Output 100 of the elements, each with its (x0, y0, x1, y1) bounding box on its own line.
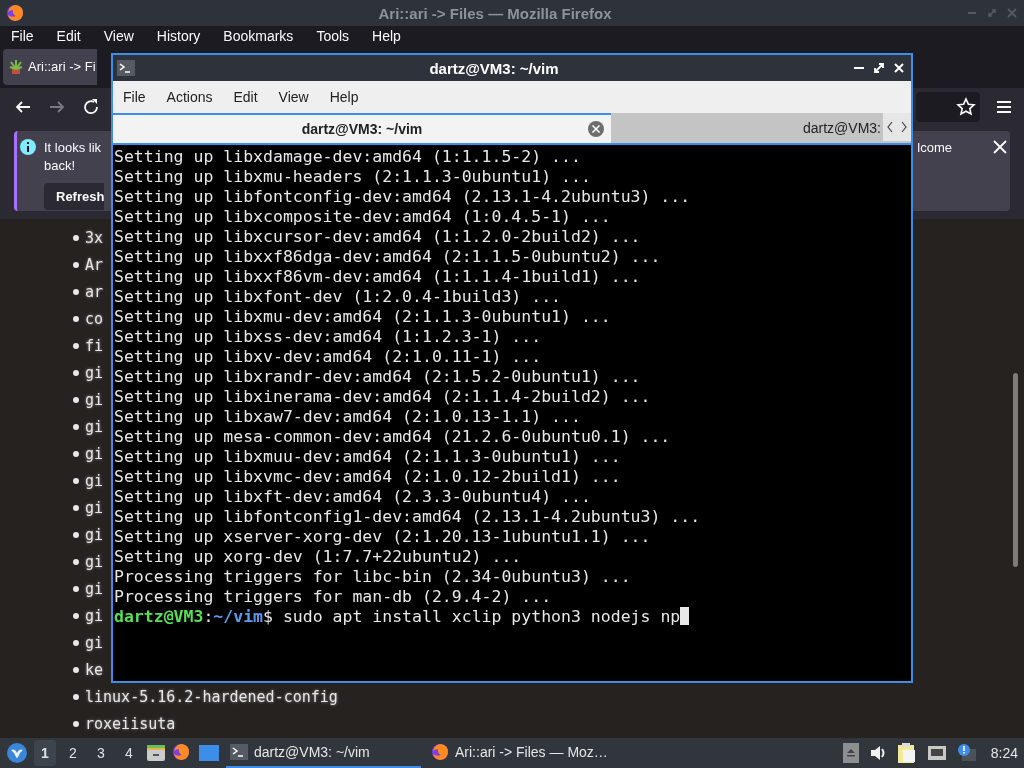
terminal-line: Setting up libxcomposite-dev:amd64 (1:0.4.5-1) ... (114, 207, 612, 227)
workspace-button[interactable]: 3 (90, 740, 112, 766)
list-item-link[interactable]: fi (85, 337, 104, 356)
bullet-icon (73, 424, 79, 431)
firefox-icon (431, 743, 449, 761)
terminal-line: Setting up libxxf86dga-dev:amd64 (2:1.1.5-0ubuntu2) ... (114, 247, 662, 267)
terminal-line: Setting up mesa-common-dev:amd64 (21.2.6-0ubuntu0.1) ... (114, 427, 672, 447)
terminal-line: Setting up libxmu-headers (2:1.1.3-0ubuntu1) ... (114, 167, 592, 187)
maximize-icon[interactable] (873, 62, 885, 74)
menu-icon[interactable] (996, 99, 1012, 114)
list-item-link[interactable]: gi (85, 391, 104, 410)
taskbar-task[interactable]: Ari::ari -> Files — Moz… (427, 738, 627, 768)
bullet-icon (73, 343, 79, 350)
list-item-link[interactable]: gi (85, 364, 104, 383)
terminal-line: Processing triggers for libc-bin (2.34-0ubuntu3) ... (114, 567, 632, 587)
menu-item[interactable]: File (123, 89, 146, 105)
list-item-link[interactable]: gi (85, 607, 104, 626)
star-icon[interactable] (956, 96, 976, 117)
bullet-icon (73, 694, 79, 701)
terminal-line: Setting up libxcursor-dev:amd64 (1:1.2.0-2build2) ... (114, 227, 642, 247)
notification-text: back! (44, 157, 76, 175)
bullet-icon (73, 289, 79, 296)
list-item-link[interactable]: co (85, 310, 104, 329)
window-title: Ari::ari -> Files — Mozilla Firefox (377, 4, 613, 22)
browser-tab[interactable]: Ari::ari -> Fi (3, 48, 97, 85)
menu-item[interactable]: Help (329, 89, 359, 105)
list-item-link[interactable]: gi (85, 499, 104, 518)
menu-item[interactable]: View (278, 89, 309, 105)
file-cabinet-icon[interactable] (146, 743, 166, 763)
command-text: sudo apt install xclip python3 nodejs np (282, 607, 681, 626)
desktop-icon[interactable] (198, 743, 220, 763)
list-item-link[interactable]: ke (85, 661, 104, 680)
menu-item[interactable]: View (103, 28, 134, 45)
eject-icon[interactable] (842, 743, 859, 763)
taskbar-task[interactable]: dartz@VM3: ~/vim (226, 738, 421, 768)
terminal-line: Setting up libxvmc-dev:amd64 (2:1.0.12-2build1) ... (114, 467, 622, 487)
terminal-icon (117, 60, 135, 76)
info-icon (20, 139, 36, 155)
list-item-link[interactable]: Ar (85, 256, 104, 275)
firefox-icon[interactable] (172, 743, 192, 763)
workspace-button[interactable]: 1 (34, 740, 56, 766)
tab-title: Ari::ari -> Fi (28, 59, 96, 75)
notification-text: It looks lik (44, 139, 102, 157)
scrollbar[interactable] (1013, 373, 1018, 567)
list-item-link[interactable]: roxeiisuta (85, 715, 176, 734)
menu-item[interactable]: File (11, 28, 34, 45)
list-item-link[interactable]: linux-5.16.2-hardened-config (85, 688, 338, 707)
bullet-icon (73, 586, 79, 593)
workspace-button[interactable]: 4 (118, 740, 140, 766)
scroll-left-icon[interactable] (883, 113, 897, 141)
menu-item[interactable]: Edit (56, 28, 81, 45)
prompt-path: ~/vim (213, 607, 263, 626)
terminal-line: Setting up xserver-xorg-dev (2:1.20.13-1ubuntu1.1) ... (114, 527, 652, 547)
list-item-link[interactable]: gi (85, 553, 104, 572)
text-cursor (680, 607, 690, 625)
refresh-button[interactable]: Refresh (44, 183, 105, 210)
terminal-line: Setting up libfontconfig1-dev:amd64 (2.13.1-4.2ubuntu3) ... (114, 507, 702, 527)
list-item-link[interactable]: gi (85, 634, 104, 653)
bullet-icon (73, 721, 79, 728)
bullet-icon (73, 397, 79, 404)
menu-item[interactable]: Bookmarks (223, 28, 294, 45)
terminal-tab[interactable]: dartz@VM3: ~/vim (113, 113, 611, 143)
list-item-link[interactable]: gi (85, 580, 104, 599)
list-item-link[interactable]: gi (85, 472, 104, 491)
tab-close-icon[interactable] (587, 120, 605, 138)
firefox-icon (6, 4, 24, 23)
bullet-icon (73, 667, 79, 674)
network-icon[interactable] (926, 744, 947, 762)
address-bar[interactable] (916, 91, 980, 122)
volume-icon[interactable] (868, 744, 887, 762)
list-item-link[interactable]: gi (85, 418, 104, 437)
reload-icon[interactable] (82, 97, 100, 116)
menu-item[interactable]: Tools (316, 28, 350, 45)
bullet-icon (73, 559, 79, 566)
list-item-link[interactable]: gi (85, 445, 104, 464)
clipboard-icon[interactable] (896, 742, 917, 764)
list-item-link[interactable]: 3x (85, 229, 104, 248)
menu-item[interactable]: History (156, 28, 201, 45)
menu-item[interactable]: Edit (233, 89, 258, 105)
terminal-line: Setting up libxdamage-dev:amd64 (1:1.1.5-2) ... (114, 147, 582, 167)
start-menu-icon[interactable] (6, 742, 28, 764)
prompt-separator: : (203, 607, 214, 626)
terminal-line: Setting up xorg-dev (1:7.7+22ubuntu2) ... (114, 547, 523, 567)
bullet-icon (73, 316, 79, 323)
list-item-link[interactable]: ar (85, 283, 104, 302)
bullet-icon (73, 640, 79, 647)
menu-item[interactable]: Actions (166, 89, 213, 105)
bullet-icon (73, 478, 79, 485)
menu-item[interactable]: Help (372, 28, 401, 45)
workspace-button[interactable]: 2 (62, 740, 84, 766)
terminal-line: Setting up libxxf86vm-dev:amd64 (1:1.1.4-1build1) ... (114, 267, 642, 287)
terminal-line: Processing triggers for man-db (2.9.4-2) ... (114, 587, 553, 607)
plant-icon (8, 58, 24, 75)
clock[interactable]: 8:24 (990, 745, 1018, 761)
list-item-link[interactable]: gi (85, 526, 104, 545)
notification-icon[interactable] (956, 743, 977, 763)
window-title: dartz@VM3: ~/vim (428, 59, 560, 77)
bullet-icon (73, 505, 79, 512)
prompt-symbol: $ (263, 607, 273, 626)
scroll-right-icon[interactable] (897, 113, 911, 141)
